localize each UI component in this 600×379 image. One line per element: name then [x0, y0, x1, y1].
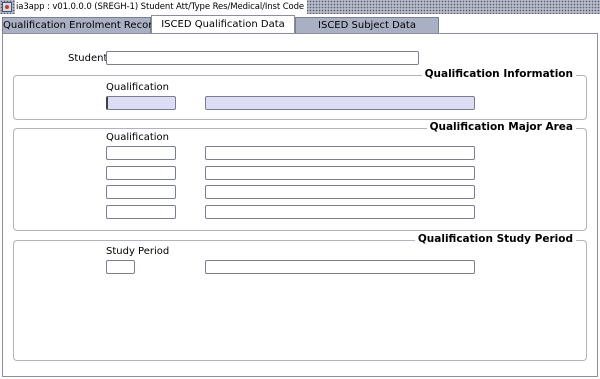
main-panel: Student Qualification Information Qualif… — [2, 33, 598, 377]
student-field[interactable] — [106, 51, 419, 65]
tab-isced-qualification-data[interactable]: ISCED Qualification Data — [151, 15, 295, 34]
app-icon[interactable] — [2, 2, 12, 12]
qualification-description-field[interactable] — [205, 96, 475, 110]
qualification-study-period-title: Qualification Study Period — [414, 233, 576, 245]
student-label: Student — [68, 53, 108, 64]
window-title: ia3app : v01.0.0.0 (SREGH-1) Student Att… — [15, 0, 308, 14]
study-period-label: Study Period — [106, 246, 170, 257]
major-area-description-field-3[interactable] — [205, 185, 475, 199]
qualification-study-period-group: Qualification Study Period — [13, 233, 587, 361]
tab-qualification-enrolment-record[interactable]: Qualification Enrolment Record — [2, 17, 158, 34]
study-period-code-field[interactable] — [106, 260, 135, 274]
study-period-description-field[interactable] — [205, 260, 475, 274]
tab-strip: Qualification Enrolment Record ISCED Sub… — [0, 14, 600, 34]
major-area-code-field-4[interactable] — [106, 205, 176, 219]
qualification-major-area-title: Qualification Major Area — [426, 121, 576, 133]
qualification-code-field[interactable] — [106, 96, 176, 110]
major-area-description-field-2[interactable] — [205, 166, 475, 180]
qualification-label: Qualification — [106, 82, 169, 93]
major-area-description-field-1[interactable] — [205, 146, 475, 160]
major-area-code-field-1[interactable] — [106, 146, 176, 160]
major-area-description-field-4[interactable] — [205, 205, 475, 219]
major-area-code-field-3[interactable] — [106, 185, 176, 199]
title-bar: ia3app : v01.0.0.0 (SREGH-1) Student Att… — [0, 0, 600, 14]
tab-isced-subject-data[interactable]: ISCED Subject Data — [295, 17, 439, 34]
major-area-qualification-label: Qualification — [106, 132, 169, 143]
qualification-information-title: Qualification Information — [421, 68, 576, 80]
major-area-code-field-2[interactable] — [106, 166, 176, 180]
